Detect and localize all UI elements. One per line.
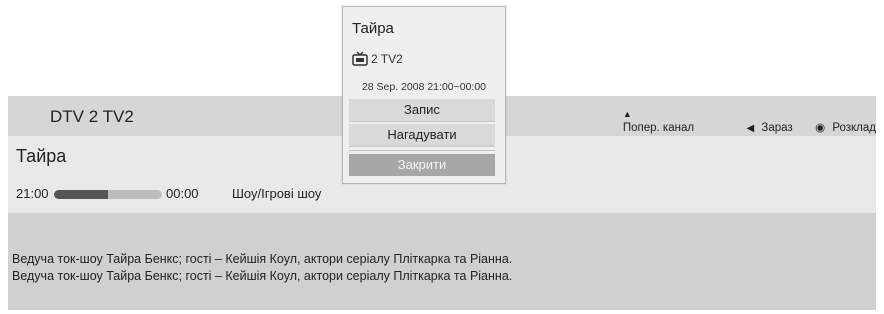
program-progress-fill xyxy=(54,190,108,199)
popup-channel: 2 TV2 xyxy=(371,51,403,66)
remind-button[interactable]: Нагадувати xyxy=(349,124,495,147)
program-description: Ведуча ток-шоу Тайра Бенкс; гості – Кейш… xyxy=(8,213,876,310)
left-arrow-icon: ◀ xyxy=(746,123,755,134)
popup-divider xyxy=(349,150,495,151)
program-popup: Тайра 2 TV2 28 Sep. 2008 21:00~00:00 Зап… xyxy=(342,6,506,184)
start-time: 21:00 xyxy=(16,186,49,201)
hint-now[interactable]: Зараз xyxy=(761,122,792,134)
description-line: Ведуча ток-шоу Тайра Бенкс; гості – Кейш… xyxy=(12,269,513,283)
record-button[interactable]: Запис xyxy=(349,99,495,122)
popup-channel-row: 2 TV2 xyxy=(352,51,403,67)
program-title: Тайра xyxy=(16,146,67,166)
hint-change-channel[interactable]: Попер. канал xyxy=(623,122,694,134)
end-time: 00:00 xyxy=(166,186,199,201)
program-progress-bar xyxy=(54,190,162,199)
hint-schedule[interactable]: Розклад xyxy=(832,122,876,134)
key-hints: ▲ Попер. канал ◀ Зараз ◉ Розклад xyxy=(623,108,876,134)
channel-name: DTV 2 TV2 xyxy=(50,107,134,126)
radio-dot-icon: ◉ xyxy=(815,122,826,134)
tv-icon xyxy=(352,51,368,67)
close-button[interactable]: Закрити xyxy=(349,154,495,176)
up-down-arrows-icon: ▲ xyxy=(622,109,632,119)
popup-title: Тайра xyxy=(352,20,394,37)
program-genre: Шоу/Ігрові шоу xyxy=(232,186,322,201)
popup-datetime: 28 Sep. 2008 21:00~00:00 xyxy=(361,81,487,93)
description-line: Ведуча ток-шоу Тайра Бенкс; гості – Кейш… xyxy=(12,252,513,266)
